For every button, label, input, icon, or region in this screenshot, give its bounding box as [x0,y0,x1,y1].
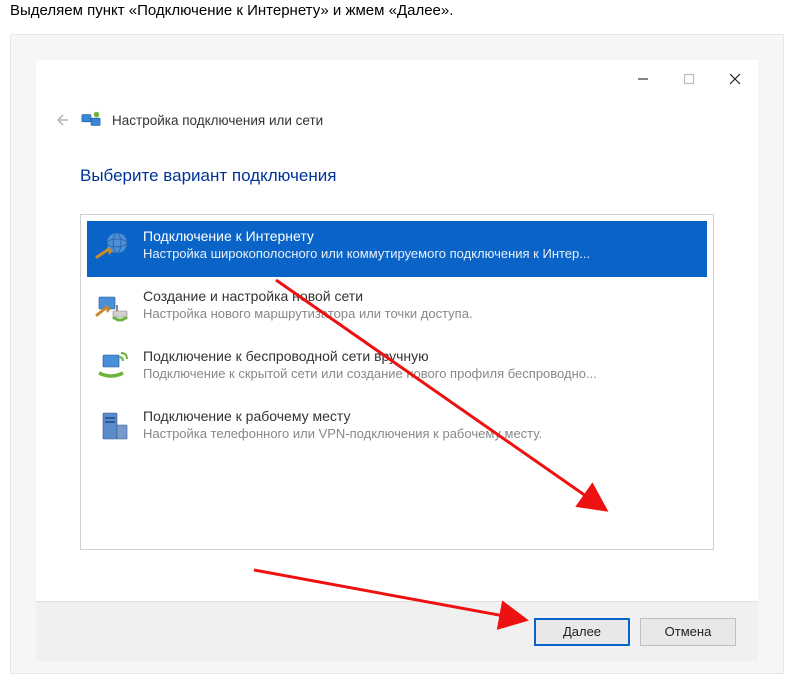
wizard-title: Настройка подключения или сети [112,113,323,128]
option-workplace[interactable]: Подключение к рабочему месту Настройка т… [87,401,707,457]
dialog-footer: Далее Отмена [36,601,758,661]
option-title: Подключение к рабочему месту [143,407,701,425]
close-button[interactable] [712,64,758,94]
option-internet[interactable]: Подключение к Интернету Настройка широко… [87,221,707,277]
next-button[interactable]: Далее [534,618,630,646]
option-wireless-manual[interactable]: Подключение к беспроводной сети вручную … [87,341,707,397]
wizard-header: Настройка подключения или сети [36,98,758,138]
dialog-window: Настройка подключения или сети Выберите … [36,60,758,661]
titlebar [36,60,758,98]
option-new-network[interactable]: Создание и настройка новой сети Настройк… [87,281,707,337]
option-subtitle: Настройка нового маршрутизатора или точк… [143,305,701,323]
router-icon [93,287,133,327]
option-subtitle: Настройка телефонного или VPN-подключени… [143,425,701,443]
cancel-button[interactable]: Отмена [640,618,736,646]
page-heading: Выберите вариант подключения [80,166,714,186]
connection-options-list: Подключение к Интернету Настройка широко… [80,214,714,550]
server-icon [93,407,133,447]
option-subtitle: Настройка широкополосного или коммутируе… [143,245,701,263]
option-title: Подключение к беспроводной сети вручную [143,347,701,365]
option-title: Создание и настройка новой сети [143,287,701,305]
network-wizard-icon [80,109,102,131]
option-subtitle: Подключение к скрытой сети или создание … [143,365,701,383]
option-title: Подключение к Интернету [143,227,701,245]
back-arrow-icon[interactable] [52,111,70,129]
maximize-button[interactable] [666,64,712,94]
globe-icon [93,227,133,267]
screenshot-frame: Настройка подключения или сети Выберите … [10,34,784,674]
wizard-body: Выберите вариант подключения Подключ [36,138,758,560]
wifi-icon [93,347,133,387]
minimize-button[interactable] [620,64,666,94]
instruction-text: Выделяем пункт «Подключение к Интернету»… [0,0,797,19]
